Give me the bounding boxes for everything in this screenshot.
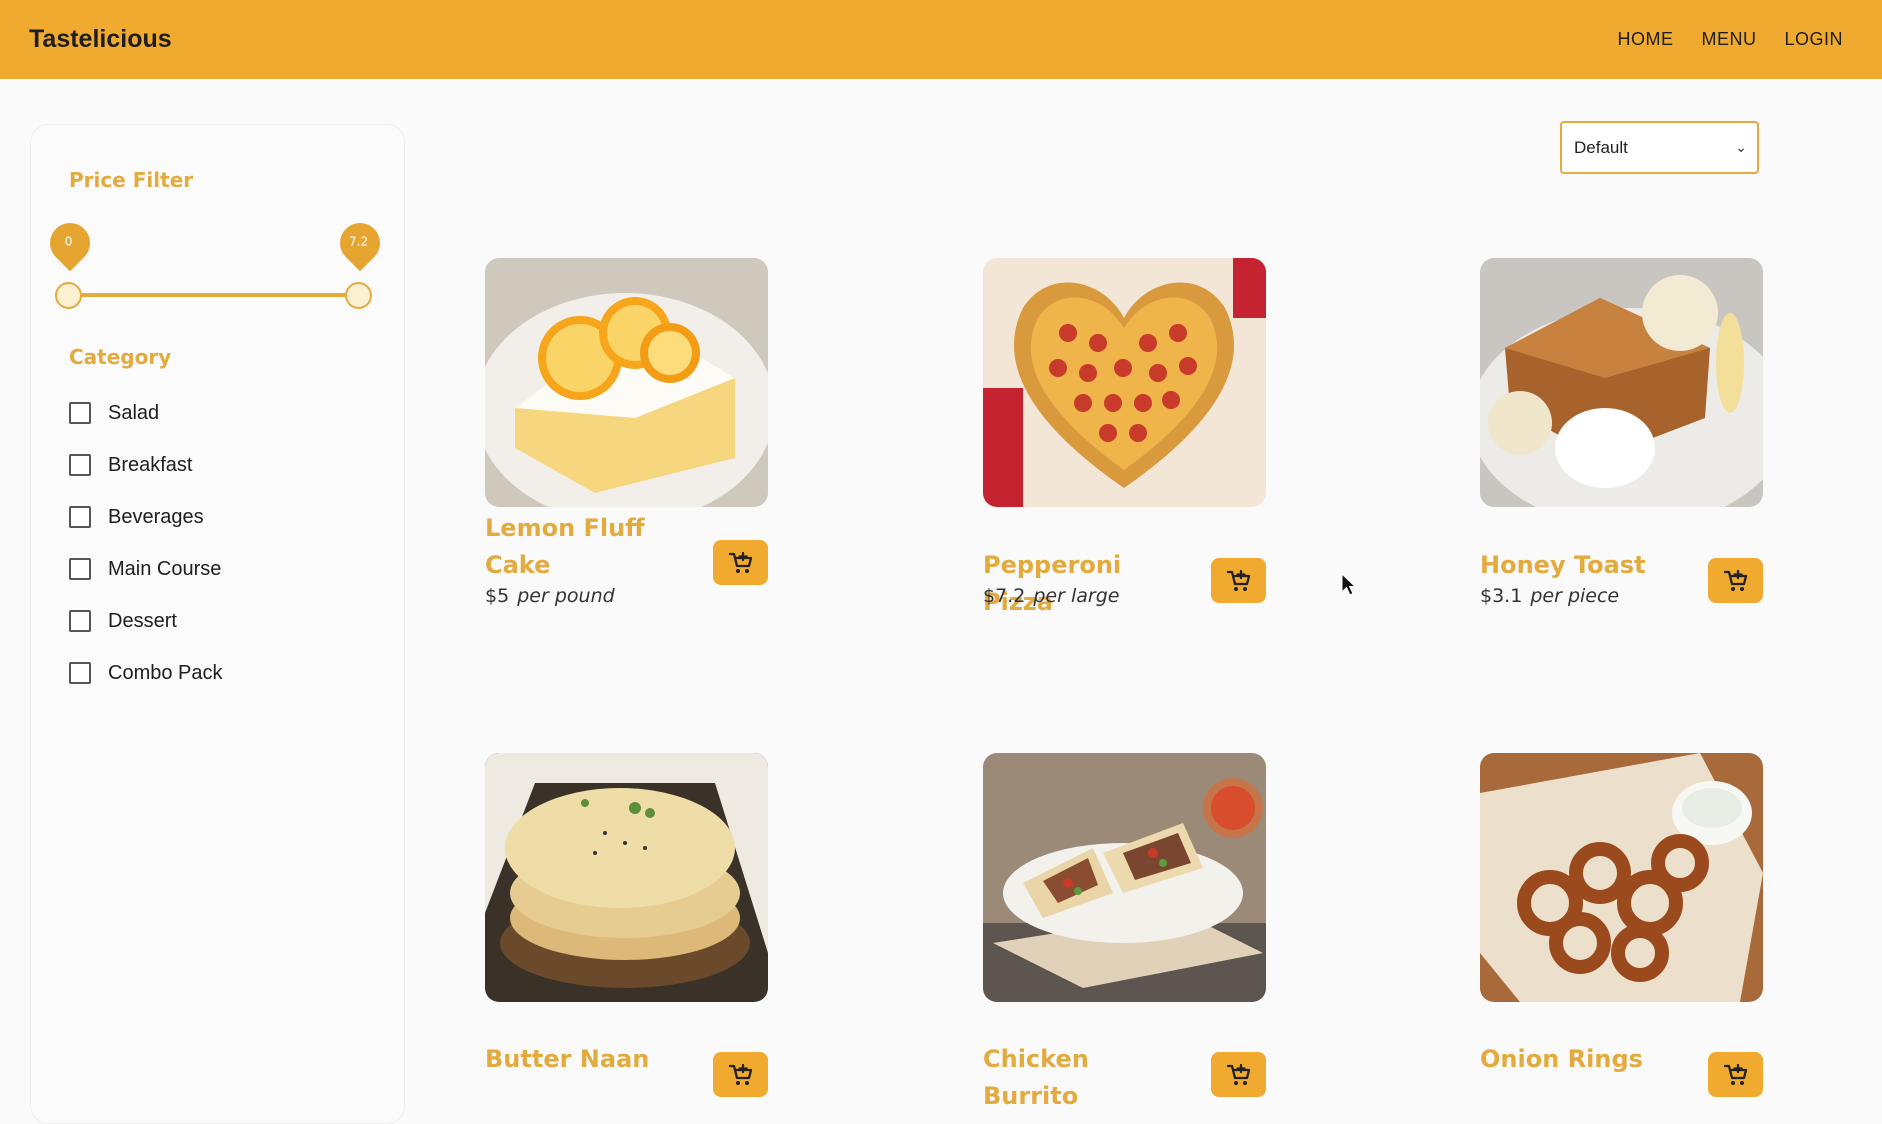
price-min-value: 0 [64, 234, 73, 249]
add-to-cart-button[interactable] [1211, 558, 1266, 603]
category-label: Combo Pack [108, 661, 223, 684]
category-beverages-checkbox[interactable] [69, 506, 91, 528]
pepperoni-pizza-image[interactable] [983, 258, 1266, 507]
product-price: $5 per pound [485, 585, 615, 607]
category-breakfast-checkbox[interactable] [69, 454, 91, 476]
category-label: Salad [108, 401, 160, 424]
product-card-pepperoni-pizza: Pepperoni Pizza $7.2 per large [983, 258, 1266, 618]
category-beverages[interactable]: Beverages [69, 491, 223, 543]
sort-selected-value: Default [1574, 137, 1628, 157]
nav-login-link[interactable]: LOGIN [1784, 29, 1843, 50]
category-dessert-checkbox[interactable] [69, 610, 91, 632]
price-unit: per pound [517, 585, 615, 607]
product-name[interactable]: Chicken Burrito [983, 1041, 1183, 1115]
category-label: Dessert [108, 609, 177, 632]
price-range-track[interactable] [69, 293, 359, 297]
add-to-cart-icon [1226, 569, 1250, 591]
price-max-value: 7.2 [349, 234, 369, 249]
add-to-cart-button[interactable] [713, 1052, 768, 1097]
price-max-tooltip: 7.2 [331, 214, 389, 272]
honey-toast-image[interactable] [1480, 258, 1763, 507]
nav-menu-link[interactable]: MENU [1701, 29, 1756, 50]
price-min-handle[interactable] [55, 282, 82, 309]
product-price: $7.2 per large [983, 585, 1119, 607]
price-max-handle[interactable] [345, 282, 372, 309]
add-to-cart-button[interactable] [1708, 558, 1763, 603]
category-main-course-checkbox[interactable] [69, 558, 91, 580]
product-card-lemon-fluff-cake: Lemon Fluff Cake $5 per pound [485, 258, 768, 618]
price-amount: $5 [485, 585, 510, 607]
category-combo-pack-checkbox[interactable] [69, 662, 91, 684]
category-combo-pack[interactable]: Combo Pack [69, 647, 223, 699]
category-breakfast[interactable]: Breakfast [69, 439, 223, 491]
price-unit: per large [1033, 585, 1120, 607]
product-card-chicken-burrito: Chicken Burrito [983, 753, 1266, 1110]
add-to-cart-icon [1723, 1063, 1747, 1085]
main-nav: HOME MENU LOGIN [1617, 29, 1843, 50]
top-nav-bar: Tastelicious HOME MENU LOGIN [0, 0, 1882, 79]
product-name[interactable]: Onion Rings [1480, 1041, 1680, 1078]
lemon-cake-image[interactable] [485, 258, 768, 507]
add-to-cart-button[interactable] [1708, 1052, 1763, 1097]
product-price: $3.1 per piece [1480, 585, 1619, 607]
butter-naan-image[interactable] [485, 753, 768, 1002]
add-to-cart-icon [728, 551, 752, 573]
add-to-cart-icon [1723, 569, 1747, 591]
brand-logo[interactable]: Tastelicious [29, 25, 172, 54]
add-to-cart-button[interactable] [713, 540, 768, 585]
chevron-down-icon: ⌄ [1735, 139, 1747, 156]
category-label: Main Course [108, 557, 222, 580]
category-label: Beverages [108, 505, 204, 528]
add-to-cart-icon [728, 1063, 752, 1085]
product-card-butter-naan: Butter Naan [485, 753, 768, 1097]
product-card-onion-rings: Onion Rings [1480, 753, 1763, 1097]
category-dessert[interactable]: Dessert [69, 595, 223, 647]
mouse-cursor-icon [1341, 573, 1357, 596]
price-filter-title: Price Filter [69, 168, 194, 192]
price-amount: $7.2 [983, 585, 1026, 607]
product-name[interactable]: Honey Toast [1480, 547, 1680, 584]
category-list: Salad Breakfast Beverages Main Course De… [69, 387, 223, 699]
category-main-course[interactable]: Main Course [69, 543, 223, 595]
price-unit: per piece [1530, 585, 1620, 607]
add-to-cart-button[interactable] [1211, 1052, 1266, 1097]
category-label: Breakfast [108, 453, 193, 476]
product-card-honey-toast: Honey Toast $3.1 per piece [1480, 258, 1763, 618]
product-name[interactable]: Butter Naan [485, 1041, 685, 1078]
add-to-cart-icon [1226, 1063, 1250, 1085]
product-name[interactable]: Lemon Fluff Cake [485, 510, 685, 584]
category-salad[interactable]: Salad [69, 387, 223, 439]
onion-rings-image[interactable] [1480, 753, 1763, 1002]
filter-sidebar: Price Filter 0 7.2 Category Salad Breakf… [30, 124, 405, 1124]
price-amount: $3.1 [1480, 585, 1523, 607]
category-title: Category [69, 345, 172, 369]
category-salad-checkbox[interactable] [69, 402, 91, 424]
sort-select[interactable]: Default ⌄ [1560, 121, 1759, 174]
price-min-tooltip: 0 [41, 214, 99, 272]
chicken-burrito-image[interactable] [983, 753, 1266, 1002]
product-name[interactable]: Pepperoni Pizza [983, 547, 1183, 621]
nav-home-link[interactable]: HOME [1617, 29, 1673, 50]
